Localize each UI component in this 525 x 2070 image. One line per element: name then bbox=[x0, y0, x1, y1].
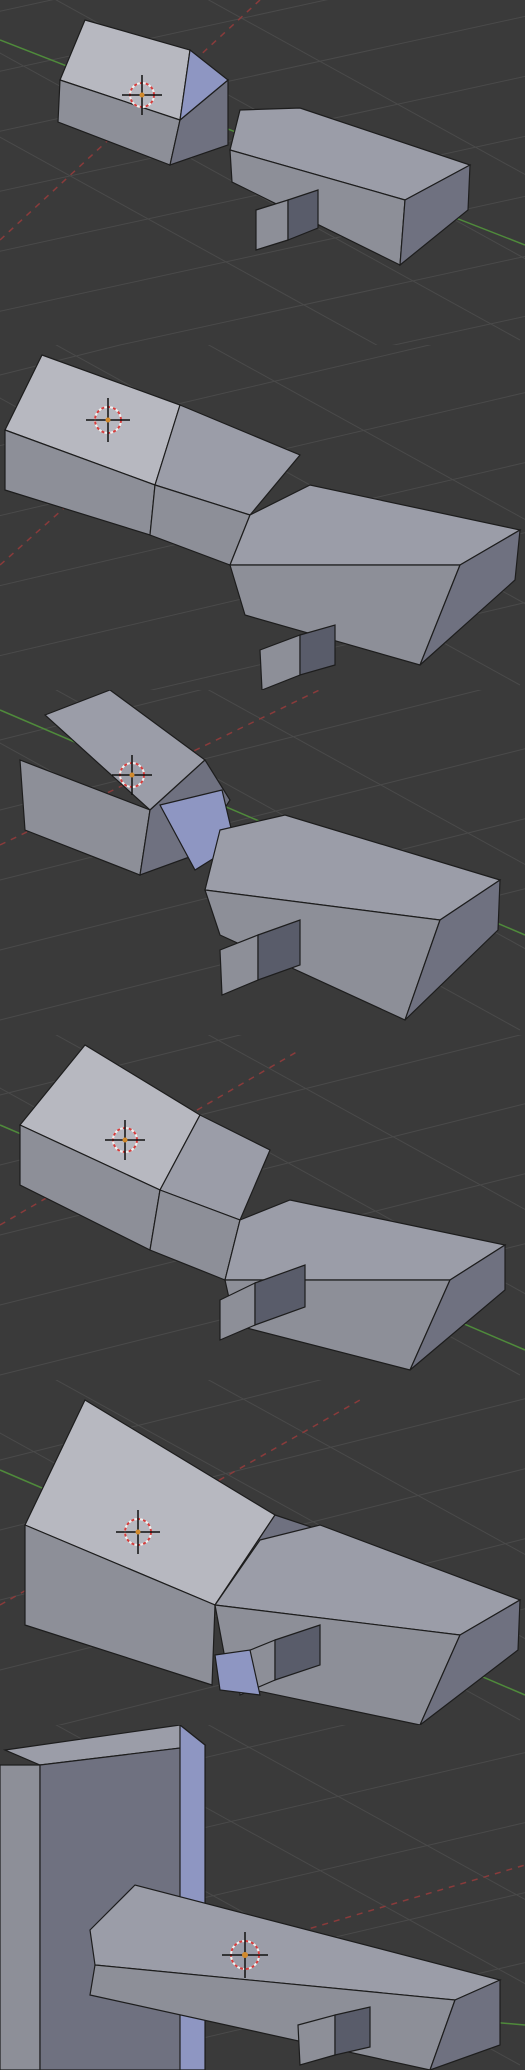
viewport-1[interactable] bbox=[0, 0, 525, 345]
arm-mesh[interactable] bbox=[19, 690, 236, 876]
viewport-stack bbox=[0, 0, 525, 2070]
hand-mesh[interactable] bbox=[219, 1199, 507, 1371]
arm-mesh[interactable] bbox=[57, 19, 229, 166]
viewport-4[interactable] bbox=[0, 1035, 525, 1380]
viewport-4-canvas[interactable] bbox=[0, 1035, 525, 1380]
arm-mesh[interactable] bbox=[19, 1044, 271, 1281]
hand-mesh[interactable] bbox=[229, 107, 472, 267]
viewport-6[interactable] bbox=[0, 1725, 525, 2070]
viewport-3-canvas[interactable] bbox=[0, 690, 525, 1035]
viewport-2-canvas[interactable] bbox=[0, 345, 525, 690]
viewport-1-canvas[interactable] bbox=[0, 0, 525, 345]
viewport-5-canvas[interactable] bbox=[0, 1380, 525, 1725]
hand-mesh[interactable] bbox=[204, 814, 502, 1021]
viewport-6-canvas[interactable] bbox=[0, 1725, 525, 2070]
viewport-3[interactable] bbox=[0, 690, 525, 1035]
viewport-2[interactable] bbox=[0, 345, 525, 690]
hand-mesh[interactable] bbox=[229, 484, 522, 690]
viewport-5[interactable] bbox=[0, 1380, 525, 1725]
